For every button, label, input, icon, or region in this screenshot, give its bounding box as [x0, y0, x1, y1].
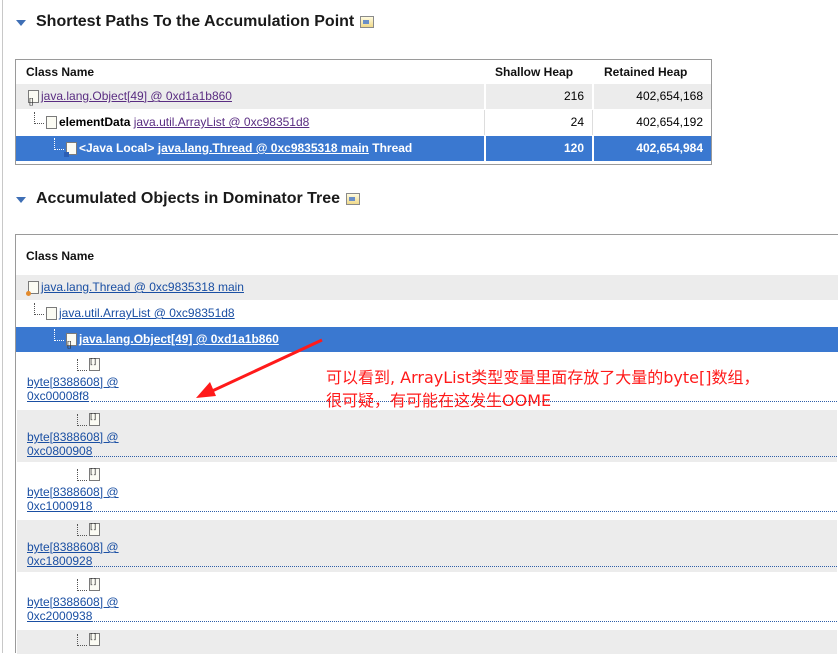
annotation-text: 可以看到, ArrayList类型变量里面存放了大量的byte[]数组， 很可疑…: [326, 366, 759, 412]
annotation-line-2: 很可疑，有可能在这发生OOME: [326, 391, 552, 410]
annotation-line-1: 可以看到, ArrayList类型变量里面存放了大量的byte[]数组，: [326, 368, 760, 387]
annotation-arrow: [196, 338, 323, 398]
